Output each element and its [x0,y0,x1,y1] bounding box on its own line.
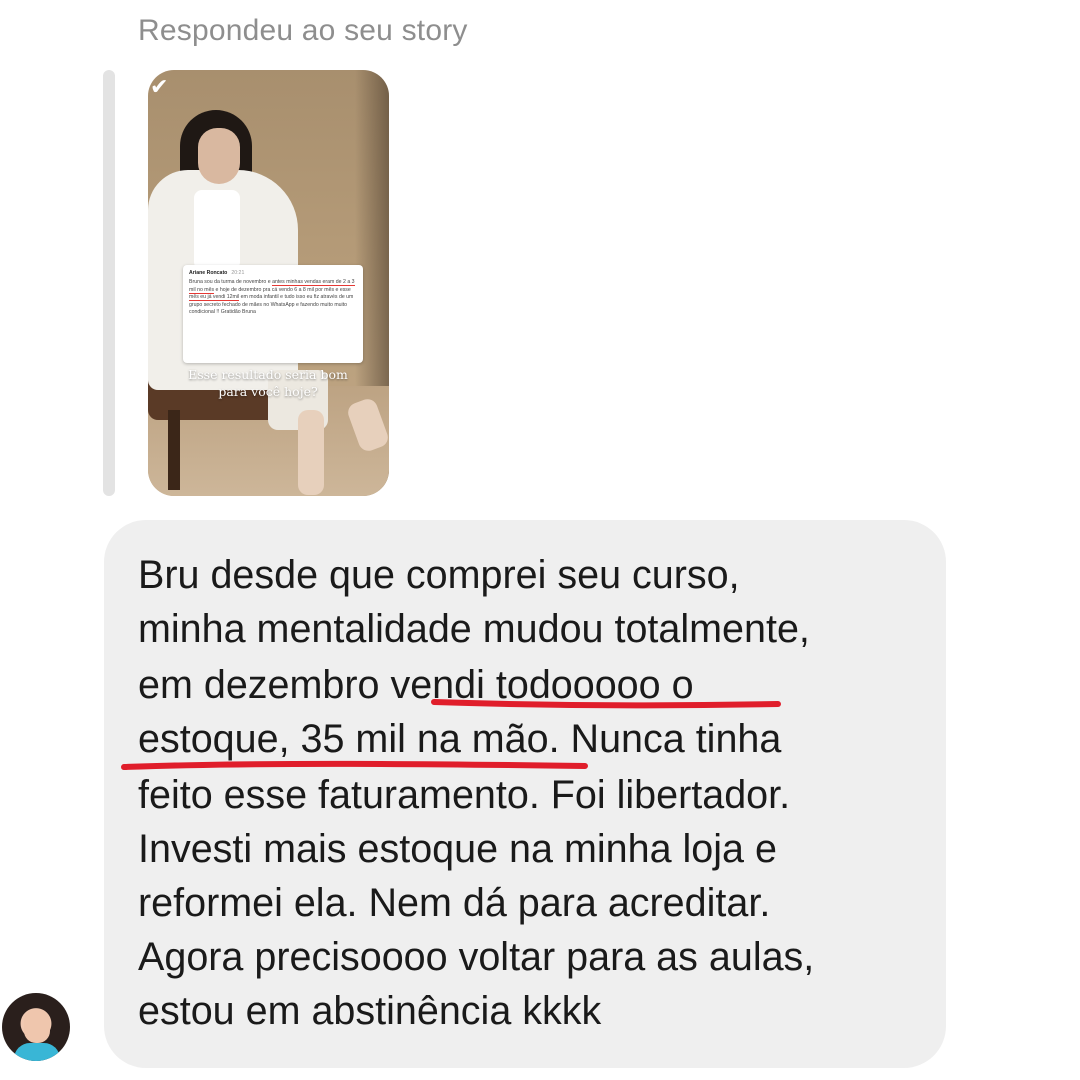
message-line-8: Agora precisoooo voltar para as aulas, [138,935,815,979]
card-text-4: mês eu já vendi 12mil [189,294,240,302]
message-line-1: Bru desde que comprei seu curso, [138,553,740,597]
avatar-shirt [14,1043,60,1061]
leg [298,410,324,495]
testimonial-card: Ariane Roncato 20:21 Bruna sou da turma d… [183,265,363,363]
card-time: 20:21 [231,270,245,276]
message-line-3: em dezembro vendi todooooo o [138,663,694,707]
message-line-7: reformei ela. Nem dá para acreditar. [138,881,771,925]
message-line-2: minha mentalidade mudou totalmente, [138,607,810,651]
caption-line-1: Esse resultado seria bom [188,367,348,382]
message-line-4: estoque, 35 mil na mão. Nunca tinha [138,717,782,761]
card-text-3: e hoje de dezembro pra cá vendo 6 a 8 mi… [214,286,351,293]
story-preview[interactable]: ✔ Ariane Roncato 20:21 Bruna sou da turma… [148,70,389,496]
card-text-1: Bruna sou da turma de novembro e [189,279,273,286]
quote-bar [103,70,115,496]
caption-line-2: para você hoje? [218,384,318,399]
story-caption: Esse resultado seria bom para você hoje? [162,366,374,400]
reply-label: Respondeu ao seu story [138,14,468,47]
shirt [194,190,240,270]
sender-avatar[interactable] [2,993,70,1061]
story-check-icon: ✔ [150,74,169,99]
avatar-face [24,1009,50,1043]
message-line-6: Investi mais estoque na minha loja e [138,827,777,871]
message-line-5: feito esse faturamento. Foi libertador. [138,773,791,817]
card-header: Ariane Roncato 20:21 [189,270,357,277]
message-line-9: estou em abstinência kkkk [138,989,602,1033]
face [198,128,240,184]
card-name: Ariane Roncato [189,270,228,276]
chair-leg [168,410,180,490]
card-text: Bruna sou da turma de novembro e antes m… [189,279,357,316]
